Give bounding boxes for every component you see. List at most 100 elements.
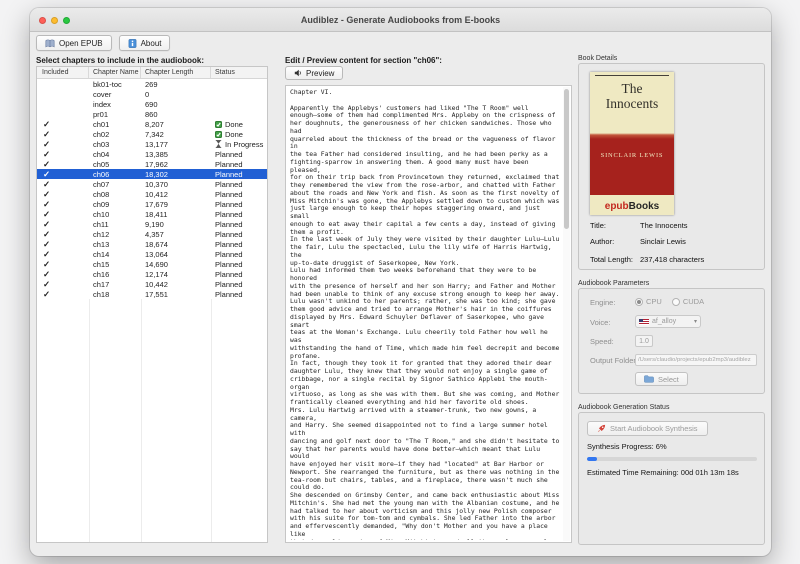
traffic-lights	[39, 17, 70, 24]
chapter-name-cell: ch08	[89, 190, 141, 199]
radio-icon[interactable]	[635, 298, 643, 306]
chapter-length-cell: 12,174	[141, 270, 211, 279]
status-text: Planned	[215, 160, 243, 169]
preview-panel-label: Edit / Preview content for section "ch06…	[285, 56, 442, 65]
table-row[interactable]: ✓ch027,342Done	[37, 129, 267, 139]
close-button[interactable]	[39, 17, 46, 24]
done-check-icon	[215, 131, 222, 138]
book-details-title: Book Details	[578, 55, 617, 62]
table-row[interactable]: ✓ch0710,370Planned	[37, 179, 267, 189]
chapter-name-cell: ch09	[89, 200, 141, 209]
chapter-table[interactable]: Included Chapter Name Chapter Length Sta…	[36, 66, 268, 543]
select-folder-label: Select	[658, 375, 679, 384]
table-row[interactable]: ✓ch1514,690Planned	[37, 259, 267, 269]
chapter-status-cell: Planned	[211, 250, 267, 259]
status-text: Planned	[215, 230, 243, 239]
about-button[interactable]: About	[119, 35, 171, 51]
column-header-name[interactable]: Chapter Name	[89, 67, 141, 78]
synthesis-progress-bar	[587, 457, 757, 461]
chapter-length-cell: 7,342	[141, 130, 211, 139]
column-header-status[interactable]: Status	[211, 67, 267, 78]
table-row[interactable]: ✓ch0517,962Planned	[37, 159, 267, 169]
preview-textarea[interactable]: Chapter VI. Apparently the Applebys' cus…	[285, 85, 572, 543]
chapter-length-cell: 860	[141, 110, 211, 119]
table-row[interactable]: ✓ch0618,302Planned	[37, 169, 267, 179]
start-synthesis-button[interactable]: Start Audiobook Synthesis	[587, 421, 708, 436]
included-checkmark[interactable]: ✓	[37, 289, 89, 300]
chapter-name-cell: ch12	[89, 230, 141, 239]
table-row[interactable]: ✓ch1612,174Planned	[37, 269, 267, 279]
chapter-length-cell: 10,370	[141, 180, 211, 189]
table-row[interactable]: ✓ch1817,551Planned	[37, 289, 267, 299]
output-folder-label: Output Folder:	[590, 356, 638, 365]
table-row[interactable]: cover0	[37, 89, 267, 99]
chapter-status-cell: Done	[211, 130, 267, 139]
chapter-name-cell: ch04	[89, 150, 141, 159]
chapter-length-cell: 18,411	[141, 210, 211, 219]
total-length-label: Total Length:	[590, 255, 640, 264]
chapter-status-cell: In Progress	[211, 140, 267, 149]
eta-label: Estimated Time Remaining: 00d 01h 13m 18…	[587, 468, 739, 477]
status-text: Planned	[215, 250, 243, 259]
chapter-status-cell: Planned	[211, 270, 267, 279]
chapter-length-cell: 4,357	[141, 230, 211, 239]
table-row[interactable]: index690	[37, 99, 267, 109]
chapter-length-cell: 13,064	[141, 250, 211, 259]
progress-fill	[587, 457, 597, 461]
chapter-length-cell: 10,442	[141, 280, 211, 289]
book-cover-image: The Innocents SINCLAIR LEWIS epubBooks	[590, 72, 674, 215]
chapter-length-cell: 13,177	[141, 140, 211, 149]
preview-content[interactable]: Chapter VI. Apparently the Applebys' cus…	[290, 89, 561, 540]
chapter-name-cell: ch03	[89, 140, 141, 149]
table-row[interactable]: ✓ch0313,177In Progress	[37, 139, 267, 149]
preview-button-label: Preview	[306, 69, 334, 78]
table-row[interactable]: pr01860	[37, 109, 267, 119]
chapter-status-cell: Planned	[211, 150, 267, 159]
select-folder-button[interactable]: Select	[635, 372, 688, 386]
table-row[interactable]: ✓ch1710,442Planned	[37, 279, 267, 289]
column-header-length[interactable]: Chapter Length	[141, 67, 211, 78]
preview-scrollbar[interactable]	[563, 87, 570, 541]
chapter-status-cell: Planned	[211, 200, 267, 209]
chapter-name-cell: ch17	[89, 280, 141, 289]
chapter-length-cell: 18,302	[141, 170, 211, 179]
generation-status-title: Audiobook Generation Status	[578, 404, 669, 411]
chapter-status-cell: Planned	[211, 260, 267, 269]
table-row[interactable]: ✓ch018,207Done	[37, 119, 267, 129]
output-folder-input[interactable]: /Users/claudio/projects/epub2mp3/audible…	[635, 354, 757, 366]
zoom-button[interactable]	[63, 17, 70, 24]
book-icon	[45, 39, 55, 48]
status-text: Planned	[215, 190, 243, 199]
chapter-name-cell: ch13	[89, 240, 141, 249]
chapter-table-header: Included Chapter Name Chapter Length Sta…	[37, 67, 267, 79]
voice-dropdown[interactable]: af_alloy ▾	[635, 315, 701, 328]
chapter-status-cell: Done	[211, 120, 267, 129]
table-row[interactable]: ✓ch1318,674Planned	[37, 239, 267, 249]
table-row[interactable]: bk01-toc269	[37, 79, 267, 89]
table-row[interactable]: ✓ch124,357Planned	[37, 229, 267, 239]
table-row[interactable]: ✓ch1018,411Planned	[37, 209, 267, 219]
table-row[interactable]: ✓ch0810,412Planned	[37, 189, 267, 199]
minimize-button[interactable]	[51, 17, 58, 24]
voice-value: af_alloy	[652, 318, 676, 325]
table-row[interactable]: ✓ch0917,679Planned	[37, 199, 267, 209]
chapter-status-cell: Planned	[211, 210, 267, 219]
author-field-label: Author:	[590, 237, 640, 246]
engine-option-cpu[interactable]: CPU	[635, 297, 662, 306]
chapter-name-cell: pr01	[89, 110, 141, 119]
open-epub-label: Open EPUB	[59, 39, 103, 48]
start-synthesis-label: Start Audiobook Synthesis	[610, 424, 698, 433]
scrollbar-thumb[interactable]	[564, 89, 570, 229]
title-bar[interactable]: Audiblez - Generate Audiobooks from E-bo…	[30, 8, 771, 32]
radio-icon[interactable]	[672, 298, 680, 306]
engine-option-cuda[interactable]: CUDA	[672, 297, 704, 306]
chapter-table-body: bk01-toc269cover0index690pr01860✓ch018,2…	[37, 79, 267, 299]
open-epub-button[interactable]: Open EPUB	[36, 35, 112, 51]
preview-button[interactable]: Preview	[285, 66, 343, 80]
table-row[interactable]: ✓ch1413,064Planned	[37, 249, 267, 259]
chapter-length-cell: 17,962	[141, 160, 211, 169]
speed-input[interactable]: 1.0	[635, 335, 653, 347]
table-row[interactable]: ✓ch119,190Planned	[37, 219, 267, 229]
table-row[interactable]: ✓ch0413,385Planned	[37, 149, 267, 159]
column-header-included[interactable]: Included	[37, 67, 89, 78]
